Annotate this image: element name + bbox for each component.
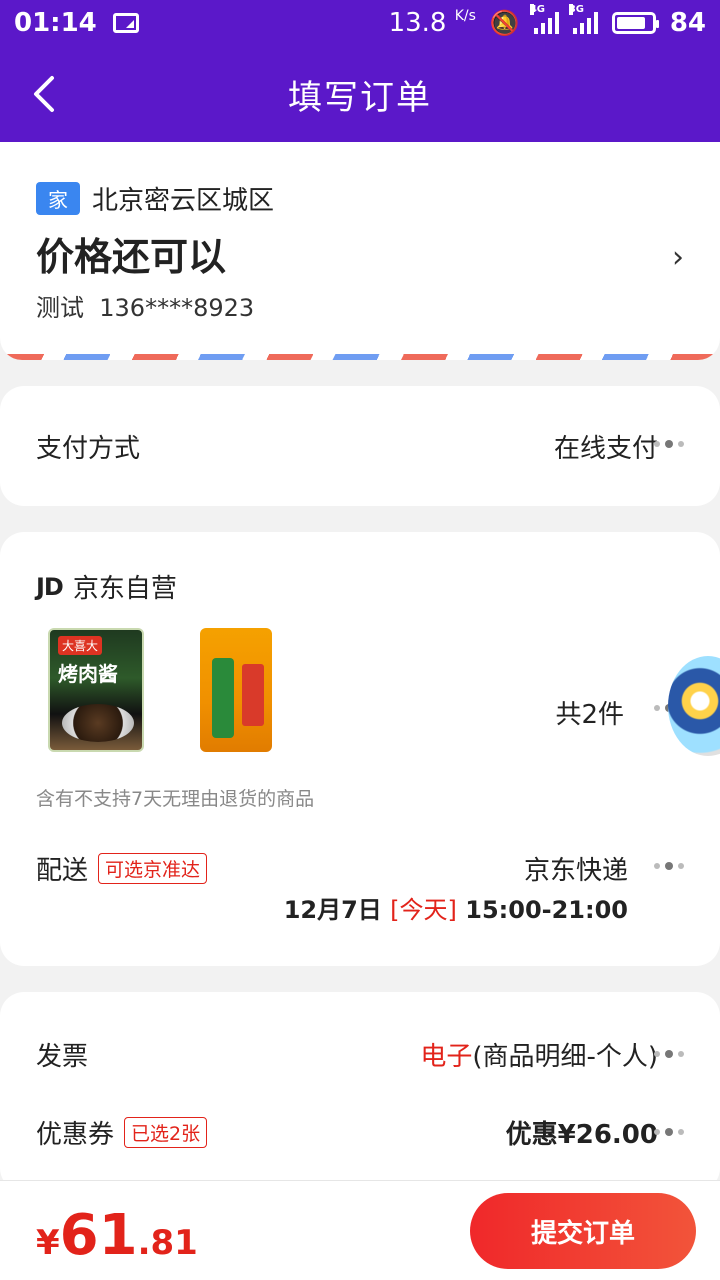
delivery-tag: 可选京准达 xyxy=(98,853,208,884)
payment-value: 在线支付 xyxy=(553,434,658,464)
coupon-label: 优惠券 xyxy=(36,1120,115,1150)
address-region: 北京密云区城区 xyxy=(92,186,275,216)
return-notice: 含有不支持7天无理由退货的商品 xyxy=(36,788,315,810)
address-tag: 家 xyxy=(36,182,80,215)
address-card[interactable]: 家 北京密云区城区 价格还可以 测试 136****8923 › xyxy=(0,142,720,360)
more-dots-icon[interactable] xyxy=(654,862,684,870)
store-name: 京东自营 xyxy=(72,574,177,604)
invoice-label: 发票 xyxy=(36,1042,89,1072)
delivery-label: 配送 xyxy=(36,856,89,886)
goods-card: JD 京东自营 大喜大 烤肉酱 共2件 含有不支持7天无理由退货的商品 配送 可… xyxy=(0,532,720,966)
signal-3g-icon: 3G xyxy=(568,4,598,34)
more-dots-icon[interactable] xyxy=(654,1050,684,1058)
jd-logo-icon: JD xyxy=(36,572,64,601)
total-price: ¥ 61 .81 xyxy=(36,1203,198,1268)
invoice-value: 电子(商品明细-个人) xyxy=(420,1042,658,1072)
coupon-tag: 已选2张 xyxy=(124,1117,208,1148)
submit-order-button[interactable]: 提交订单 xyxy=(470,1193,696,1269)
contact-info: 测试 136****8923 xyxy=(36,294,255,322)
coupon-row[interactable]: 优惠券 已选2张 优惠¥26.00 xyxy=(36,1114,684,1151)
status-bar: 01:14 13.8 K/s 🔕 4G 3G 84 xyxy=(0,0,720,46)
nav-bar: 填写订单 xyxy=(0,46,720,142)
delivery-row: 配送 可选京准达 xyxy=(36,850,208,887)
more-dots-icon[interactable] xyxy=(654,440,684,448)
more-dots-icon[interactable] xyxy=(654,1128,684,1136)
rice-product-image[interactable] xyxy=(200,628,272,752)
network-speed: 13.8 K/s xyxy=(388,8,476,38)
invoice-card: 发票 电子(商品明细-个人) 优惠券 已选2张 优惠¥26.00 xyxy=(0,992,720,1192)
sauce-product-image[interactable]: 大喜大 烤肉酱 xyxy=(48,628,144,752)
back-arrow-icon[interactable] xyxy=(28,74,68,114)
page-title: 填写订单 xyxy=(288,77,432,118)
payment-label: 支付方式 xyxy=(36,434,141,464)
battery-level: 84 xyxy=(669,8,706,38)
payment-card[interactable]: 支付方式 在线支付 xyxy=(0,386,720,506)
status-time: 01:14 xyxy=(14,8,97,38)
bell-muted-icon: 🔕 xyxy=(489,9,520,37)
item-count[interactable]: 共2件 xyxy=(555,694,624,731)
bottom-bar: ¥ 61 .81 提交订单 xyxy=(0,1180,720,1280)
battery-icon xyxy=(611,12,659,34)
coupon-value: 优惠¥26.00 xyxy=(505,1120,658,1150)
delivery-time[interactable]: 12月7日 [今天] 15:00-21:00 xyxy=(284,890,628,925)
signal-4g-icon: 4G xyxy=(529,4,559,34)
delivery-carrier[interactable]: 京东快递 xyxy=(524,850,628,887)
chevron-right-icon: › xyxy=(672,240,684,275)
envelope-border xyxy=(0,354,720,360)
store-header: JD 京东自营 xyxy=(36,568,177,605)
invoice-row[interactable]: 发票 电子(商品明细-个人) xyxy=(36,1036,684,1073)
address-detail: 价格还可以 xyxy=(36,235,227,279)
image-notification-icon xyxy=(112,13,139,33)
